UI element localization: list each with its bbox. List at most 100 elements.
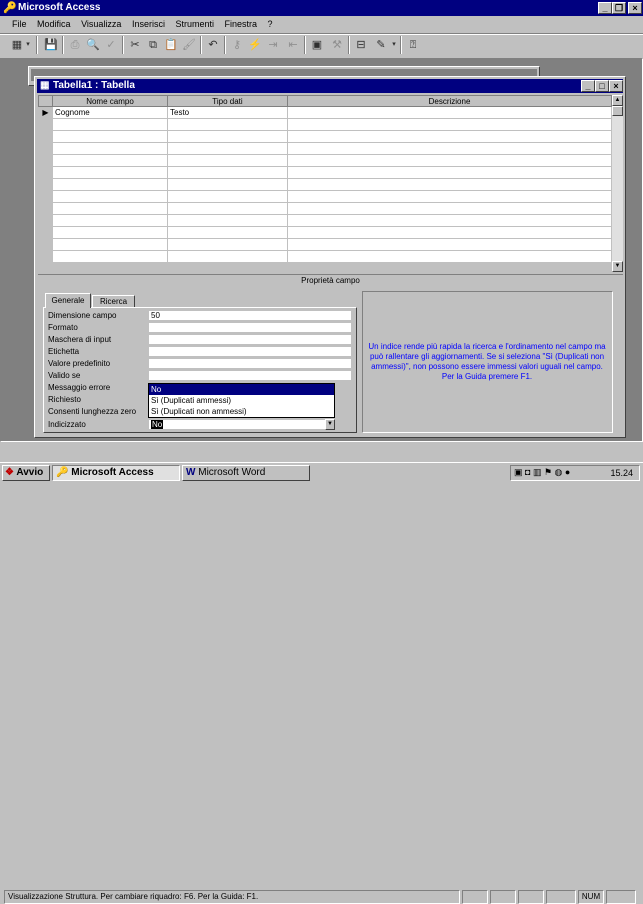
help-icon[interactable]: ⍰ xyxy=(404,36,422,54)
table-row[interactable] xyxy=(38,166,612,179)
table-minimize-button[interactable]: _ xyxy=(581,80,595,92)
table-row[interactable] xyxy=(38,202,612,215)
insert-rows-icon[interactable]: ⇥ xyxy=(264,36,282,54)
grid-cell[interactable] xyxy=(52,142,168,155)
grid-cell[interactable] xyxy=(167,166,288,179)
field-name-cell[interactable]: Cognome xyxy=(52,106,168,119)
minimize-button[interactable]: _ xyxy=(598,2,612,14)
table-row[interactable] xyxy=(38,238,612,251)
prop-value-etichetta[interactable] xyxy=(148,346,352,357)
start-button[interactable]: ❖ Avvio xyxy=(2,465,50,481)
grid-cell[interactable] xyxy=(38,142,53,155)
grid-cell[interactable] xyxy=(287,226,612,239)
view-dropdown-icon[interactable]: ▾ xyxy=(24,36,32,54)
tab-generale[interactable]: Generale xyxy=(45,293,91,308)
grid-cell[interactable] xyxy=(287,178,612,191)
spelling-icon[interactable]: ✓ xyxy=(102,36,120,54)
properties-icon[interactable]: ▣ xyxy=(308,36,326,54)
table-row[interactable] xyxy=(38,178,612,191)
menu-modifica[interactable]: Modifica xyxy=(37,19,71,29)
grid-cell[interactable] xyxy=(287,250,612,263)
undo-icon[interactable]: ↶ xyxy=(204,36,222,54)
save-icon[interactable]: 💾 xyxy=(42,36,60,54)
grid-cell[interactable] xyxy=(52,154,168,167)
tray-icons[interactable]: ▣ ◘ ▥ ⚑ ◍ ● xyxy=(514,467,570,478)
grid-cell[interactable] xyxy=(38,118,53,131)
grid-cell[interactable] xyxy=(287,130,612,143)
column-header-descrizione[interactable]: Descrizione xyxy=(287,95,612,107)
dropdown-option-duplicati-ammessi[interactable]: Sì (Duplicati ammessi) xyxy=(149,395,334,406)
grid-cell[interactable] xyxy=(52,118,168,131)
grid-cell[interactable] xyxy=(167,214,288,227)
menu-file[interactable]: File xyxy=(12,19,27,29)
scroll-up-icon[interactable]: ▲ xyxy=(612,95,623,106)
table-row[interactable] xyxy=(38,154,612,167)
indicizzato-combo[interactable]: No xyxy=(148,419,335,430)
builder-icon[interactable]: ⚡ xyxy=(246,36,264,54)
grid-cell[interactable] xyxy=(167,250,288,263)
combo-dropdown-icon[interactable]: ▼ xyxy=(325,419,335,430)
taskbar-word-button[interactable]: W Microsoft Word xyxy=(182,465,310,481)
prop-value-maschera[interactable] xyxy=(148,334,352,345)
key-icon[interactable]: ⚷ xyxy=(228,36,246,54)
grid-cell[interactable] xyxy=(38,250,53,263)
menu-inserisci[interactable]: Inserisci xyxy=(132,19,165,29)
grid-cell[interactable] xyxy=(287,238,612,251)
table-row[interactable] xyxy=(38,118,612,131)
prop-value-formato[interactable] xyxy=(148,322,352,333)
table-row[interactable] xyxy=(38,250,612,263)
grid-cell[interactable] xyxy=(52,190,168,203)
grid-cell[interactable] xyxy=(52,202,168,215)
table-close-button[interactable]: × xyxy=(609,80,623,92)
column-header-nome-campo[interactable]: Nome campo xyxy=(52,95,168,107)
dropdown-option-duplicati-non-ammessi[interactable]: Sì (Duplicati non ammessi) xyxy=(149,406,334,417)
grid-cell[interactable] xyxy=(52,250,168,263)
new-object-dropdown-icon[interactable]: ▾ xyxy=(390,36,398,54)
scroll-thumb[interactable] xyxy=(612,106,623,116)
grid-cell[interactable] xyxy=(287,154,612,167)
grid-cell[interactable] xyxy=(38,178,53,191)
table-row[interactable] xyxy=(38,130,612,143)
grid-cell[interactable] xyxy=(38,226,53,239)
paste-icon[interactable]: 📋 xyxy=(162,36,180,54)
grid-cell[interactable] xyxy=(52,238,168,251)
column-header-tipo-dati[interactable]: Tipo dati xyxy=(167,95,288,107)
grid-cell[interactable] xyxy=(38,166,53,179)
database-window-icon[interactable]: ⊟ xyxy=(352,36,370,54)
delete-rows-icon[interactable]: ⇤ xyxy=(284,36,302,54)
table-window-titlebar[interactable]: ▦ Tabella1 : Tabella _ □ × xyxy=(37,79,623,93)
dropdown-option-no[interactable]: No xyxy=(149,384,334,395)
table-maximize-button[interactable]: □ xyxy=(595,80,609,92)
field-desc-cell[interactable] xyxy=(287,106,612,119)
grid-cell[interactable] xyxy=(38,214,53,227)
menu-finestra[interactable]: Finestra xyxy=(225,19,258,29)
table-row[interactable] xyxy=(38,142,612,155)
grid-cell[interactable] xyxy=(38,154,53,167)
table-row[interactable] xyxy=(38,226,612,239)
grid-cell[interactable] xyxy=(167,178,288,191)
cut-icon[interactable]: ✂ xyxy=(126,36,144,54)
print-icon[interactable]: ⎙ xyxy=(66,36,84,54)
grid-cell[interactable] xyxy=(52,130,168,143)
grid-cell[interactable] xyxy=(287,190,612,203)
grid-cell[interactable] xyxy=(287,118,612,131)
prop-value-valido-se[interactable] xyxy=(148,370,352,381)
grid-cell[interactable] xyxy=(287,202,612,215)
grid-cell[interactable] xyxy=(38,190,53,203)
restore-button[interactable]: ❐ xyxy=(612,2,626,14)
taskbar-access-button[interactable]: 🔑 Microsoft Access xyxy=(52,465,180,481)
grid-cell[interactable] xyxy=(52,178,168,191)
close-button[interactable]: × xyxy=(628,2,642,14)
grid-cell[interactable] xyxy=(38,202,53,215)
field-type-cell[interactable]: Testo xyxy=(167,106,288,119)
grid-cell[interactable] xyxy=(287,166,612,179)
grid-cell[interactable] xyxy=(167,154,288,167)
grid-cell[interactable] xyxy=(287,214,612,227)
print-preview-icon[interactable]: 🔍 xyxy=(84,36,102,54)
grid-cell[interactable] xyxy=(167,202,288,215)
grid-cell[interactable] xyxy=(167,238,288,251)
indicizzato-dropdown-list[interactable]: No Sì (Duplicati ammessi) Sì (Duplicati … xyxy=(148,383,335,418)
grid-cell[interactable] xyxy=(38,130,53,143)
build-icon[interactable]: ⚒ xyxy=(328,36,346,54)
grid-cell[interactable] xyxy=(38,238,53,251)
